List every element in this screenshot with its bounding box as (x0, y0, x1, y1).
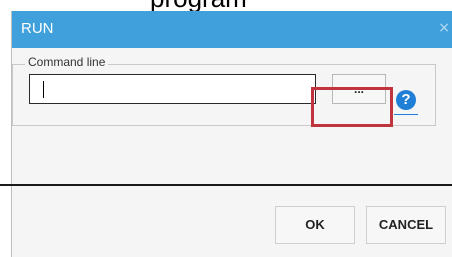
title-bar: RUN × (12, 11, 452, 48)
command-line-input[interactable] (29, 74, 316, 104)
browse-highlight-box (311, 87, 393, 127)
text-caret (43, 81, 44, 98)
help-underline (394, 114, 418, 115)
close-icon[interactable]: × (438, 20, 450, 36)
ok-button[interactable]: OK (275, 206, 355, 244)
cancel-button[interactable]: CANCEL (366, 206, 446, 244)
divider (0, 184, 452, 186)
dialog-title: RUN (21, 20, 54, 37)
help-icon[interactable]: ? (396, 90, 416, 110)
command-line-label: Command line (25, 55, 109, 69)
